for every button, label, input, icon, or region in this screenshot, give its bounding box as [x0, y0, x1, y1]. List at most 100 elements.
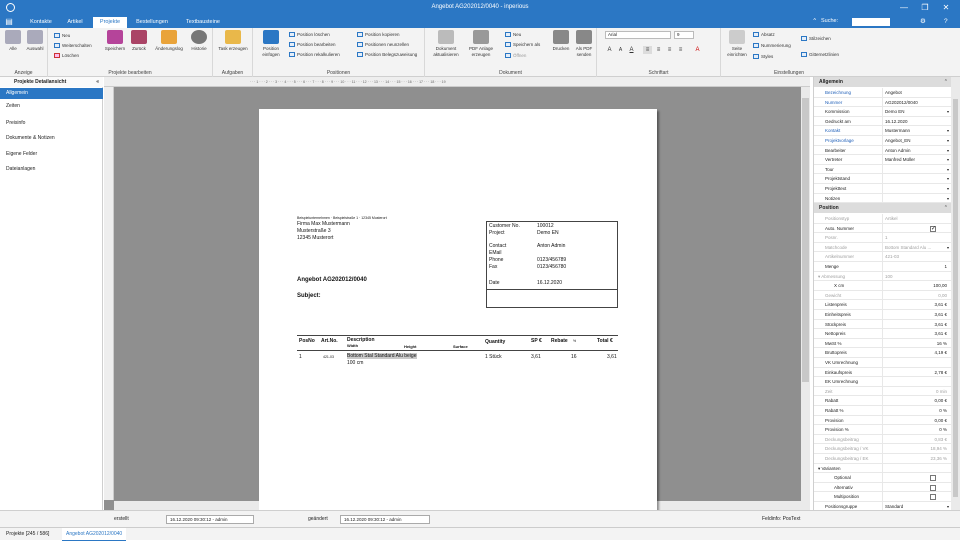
prop-value[interactable]: 0 min	[882, 386, 950, 397]
prop-value[interactable]: 100	[882, 271, 950, 282]
profile-icon[interactable]: ⚙	[920, 17, 926, 27]
prop-value[interactable]: AG202012/0040	[882, 97, 950, 108]
speichern-button[interactable]: Speichern	[104, 30, 126, 52]
prop-value[interactable]	[882, 174, 950, 184]
prop-value[interactable]: 0,83 €	[882, 434, 950, 445]
prop-row[interactable]: MwSt % 16 %	[814, 338, 951, 349]
search-input[interactable]	[852, 18, 890, 26]
sidebar-item-dateianlagen[interactable]: Dateianlagen	[0, 164, 103, 175]
prop-row[interactable]: Bezeichnung Angebot	[814, 88, 951, 98]
tab-bestellungen[interactable]: Bestellungen	[130, 17, 174, 28]
prop-row[interactable]: Nettopreis 3,61 €	[814, 329, 951, 339]
collapse-sidebar-icon[interactable]: «	[96, 77, 99, 87]
prop-row[interactable]: Alternativ	[814, 482, 951, 493]
document-canvas[interactable]: Beispielunternehmen · Beispielstraße 1 ·…	[104, 87, 810, 529]
prop-value[interactable]: 0,00 €	[882, 415, 950, 426]
seite-einrichten-button[interactable]: Seite einrichten	[725, 30, 749, 57]
prop-value[interactable]: 4,19 €	[882, 348, 950, 358]
prop-row[interactable]: Stückpreis 3,61 €	[814, 319, 951, 330]
styles-button[interactable]: Styles	[753, 54, 773, 60]
prop-value[interactable]	[882, 377, 950, 387]
neu-button[interactable]: Neu	[54, 33, 70, 39]
historie-button[interactable]: Historie	[188, 30, 210, 52]
prop-value[interactable]: 23,36 %	[882, 454, 950, 464]
weiterschalten-button[interactable]: Weiterschalten	[54, 43, 92, 49]
align-center-button[interactable]: ≡	[654, 46, 663, 54]
tab-projekte-list[interactable]: Projekte [245 / 586]	[2, 528, 53, 541]
font-color-button[interactable]: A	[693, 46, 702, 54]
prop-row[interactable]: Menge 1	[814, 262, 951, 272]
position-kopieren-button[interactable]: Position kopieren	[357, 32, 400, 38]
position-einfuegen-button[interactable]: Position einfügen	[257, 30, 285, 57]
zurueck-button[interactable]: Zurück	[128, 30, 150, 52]
maximize-button[interactable]: ❐	[917, 2, 933, 14]
prop-value[interactable]: Manfred Müller	[882, 155, 950, 165]
prop-row[interactable]: Provision % 0 %	[814, 425, 951, 435]
prop-row[interactable]: Auto. Nummer ✓	[814, 223, 951, 234]
prop-value[interactable]: Bottom Standard Alu ...	[882, 242, 950, 253]
property-scrollbar[interactable]	[951, 77, 960, 511]
collapse-ribbon-icon[interactable]: ⌃	[812, 17, 817, 27]
prop-row[interactable]: VK Umrechnung	[814, 358, 951, 368]
position-rekalk-button[interactable]: Position rekalkulieren	[289, 52, 340, 58]
sidebar-item-allgemein[interactable]: Allgemein	[0, 88, 103, 99]
prop-row[interactable]: Positionstyp Artikel	[814, 214, 951, 224]
align-left-button[interactable]: ≡	[643, 46, 652, 54]
prop-row[interactable]: Kommission Demo EN ▾	[814, 107, 951, 117]
dropdown-arrow-icon[interactable]: ▾	[947, 184, 949, 194]
prop-row[interactable]: Kontakt Mustermann ▾	[814, 126, 951, 136]
prop-value[interactable]: 2,78 €	[882, 367, 950, 378]
prop-row[interactable]: Projektvorlage Angebot_EN ▾	[814, 136, 951, 146]
dok-neu-button[interactable]: Neu	[505, 32, 521, 38]
section-allgemein[interactable]: Allgemein ⌃	[814, 77, 951, 87]
prop-row[interactable]: Posnr. 1	[814, 233, 951, 243]
document-page[interactable]: Beispielunternehmen · Beispielstraße 1 ·…	[259, 109, 657, 529]
prop-row[interactable]: Deckungsbeitrag 0,83 €	[814, 434, 951, 445]
prop-value[interactable]	[882, 223, 950, 234]
task-button[interactable]: Task erzeugen	[215, 30, 251, 52]
prop-value[interactable]: Mustermann	[882, 126, 950, 136]
pdf-senden-button[interactable]: Als PDF senden	[573, 30, 595, 57]
underline-button[interactable]: A	[627, 46, 636, 54]
prop-value[interactable]	[882, 164, 950, 175]
prop-row[interactable]: Gewicht 0,00	[814, 290, 951, 301]
prop-row[interactable]: X cm 100,00	[814, 281, 951, 291]
align-right-button[interactable]: ≡	[665, 46, 674, 54]
prop-value[interactable]: 0,00 €	[882, 396, 950, 406]
prop-row[interactable]: Deckungsbeitrag / EK 23,36 %	[814, 454, 951, 464]
dropdown-arrow-icon[interactable]: ▾	[947, 243, 949, 253]
close-button[interactable]: ✕	[938, 2, 954, 14]
prop-row[interactable]: EK Umrechnung	[814, 377, 951, 387]
prop-row[interactable]: Matchcode Bottom Standard Alu ... ▾	[814, 242, 951, 253]
tab-artikel[interactable]: Artikel	[60, 17, 90, 28]
prop-row[interactable]: Bearbeiter Anton Admin ▾	[814, 145, 951, 156]
dropdown-arrow-icon[interactable]: ▾	[947, 174, 949, 184]
row-desc[interactable]: Bottom Stal Standard Alu beige	[347, 353, 417, 359]
prop-value[interactable]: 18,94 %	[882, 444, 950, 454]
dokument-aktualisieren-button[interactable]: Dokument aktualisieren	[429, 30, 463, 57]
checkbox[interactable]	[930, 494, 936, 501]
justify-button[interactable]: ≡	[676, 46, 685, 54]
prop-value[interactable]: 3,61 €	[882, 319, 950, 330]
prop-row[interactable]: Einkaufspreis 2,78 €	[814, 367, 951, 378]
dropdown-arrow-icon[interactable]: ▾	[947, 194, 949, 204]
prop-value[interactable]: 1	[882, 262, 950, 272]
dropdown-arrow-icon[interactable]: ▾	[947, 126, 949, 136]
absatz-button[interactable]: Absatz	[753, 32, 775, 38]
vertical-scrollbar[interactable]	[801, 87, 810, 510]
prop-value[interactable]: 3,61 €	[882, 300, 950, 310]
prop-value[interactable]	[882, 358, 950, 368]
app-menu-icon[interactable]: ▤	[3, 17, 15, 27]
minimize-button[interactable]: —	[896, 2, 912, 14]
prop-row[interactable]: Listenpreis 3,61 €	[814, 300, 951, 310]
aenderungslog-button[interactable]: Änderungslog	[151, 30, 187, 52]
tab-kontakte[interactable]: Kontakte	[24, 17, 58, 28]
font-size-select[interactable]: 9	[674, 31, 694, 39]
prop-row[interactable]: Vertreter Manfred Müller ▾	[814, 155, 951, 165]
prop-value[interactable]	[882, 184, 950, 194]
prop-row[interactable]: Rabatt 0,00 €	[814, 396, 951, 406]
loeschen-button[interactable]: Löschen	[54, 53, 79, 59]
prop-value[interactable]: 0,00	[882, 290, 950, 301]
prop-row[interactable]: Bruttopreis 4,19 €	[814, 348, 951, 358]
prop-row[interactable]: Projektstand ▾	[814, 174, 951, 184]
